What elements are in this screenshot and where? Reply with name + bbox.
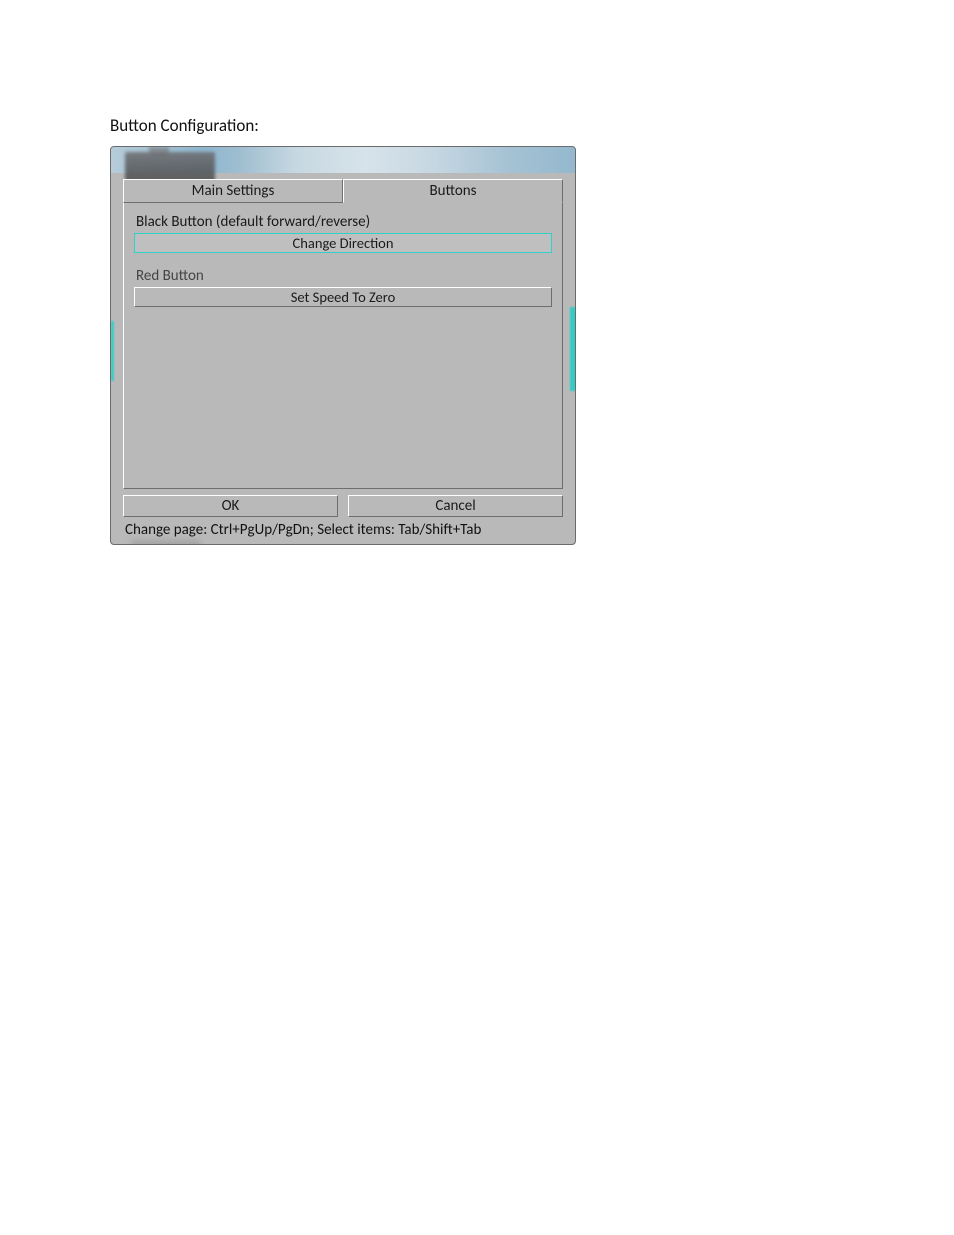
black-button-label: Black Button (default forward/reverse) xyxy=(136,213,552,231)
tab-buttons[interactable]: Buttons xyxy=(343,179,563,203)
edge-decoration xyxy=(111,321,114,381)
status-bar: Change page: Ctrl+PgUp/PgDn; Select item… xyxy=(123,521,563,539)
edge-decoration xyxy=(570,307,576,391)
settings-dialog: Main Settings Buttons Black Button (defa… xyxy=(110,146,576,545)
tab-row: Main Settings Buttons xyxy=(123,179,563,203)
tab-content: Black Button (default forward/reverse) C… xyxy=(123,203,563,489)
red-button-select[interactable]: Set Speed To Zero xyxy=(134,287,552,307)
page-heading: Button Configuration: xyxy=(110,115,259,136)
dialog-button-row: OK Cancel xyxy=(123,495,563,517)
cancel-button[interactable]: Cancel xyxy=(348,495,563,517)
red-button-label: Red Button xyxy=(136,267,552,285)
black-button-select[interactable]: Change Direction xyxy=(134,233,552,253)
dialog-titlebar xyxy=(111,147,575,173)
edge-decoration xyxy=(131,540,201,545)
tab-main-settings[interactable]: Main Settings xyxy=(123,179,343,203)
titlebar-decoration xyxy=(125,152,215,182)
dialog-panel: Main Settings Buttons Black Button (defa… xyxy=(123,179,563,532)
ok-button[interactable]: OK xyxy=(123,495,338,517)
